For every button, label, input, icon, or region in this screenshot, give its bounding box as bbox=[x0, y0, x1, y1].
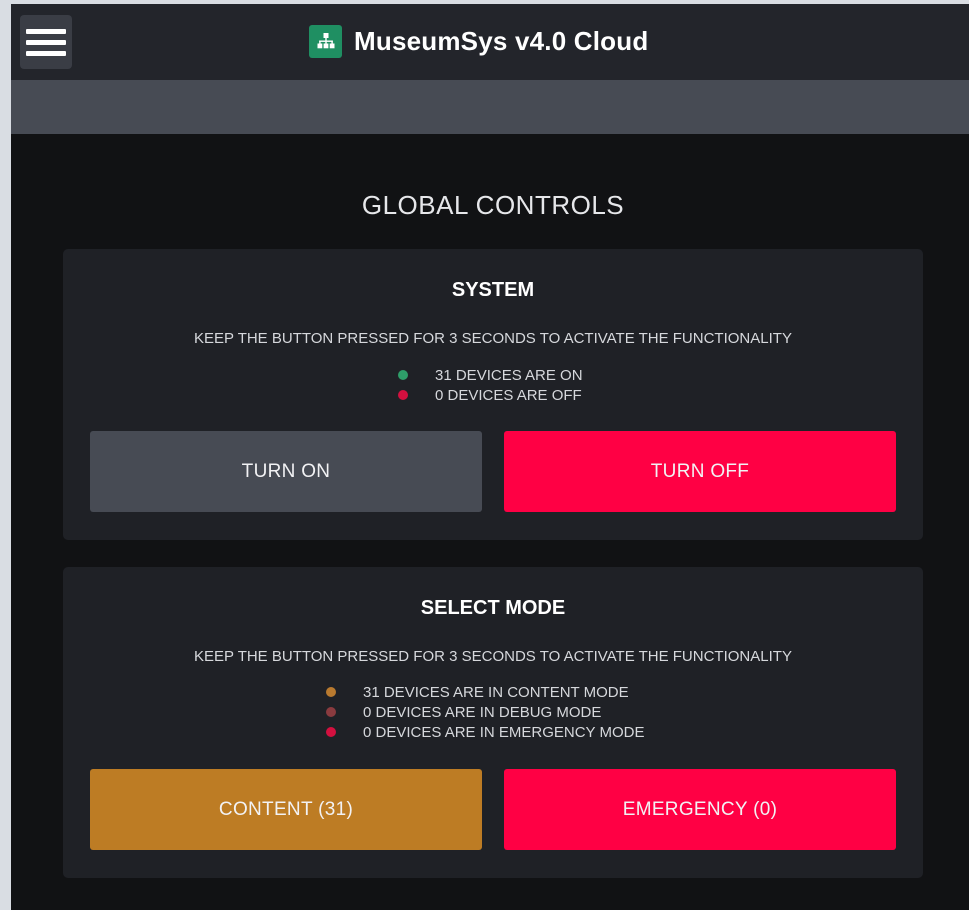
page-title: GLOBAL CONTROLS bbox=[361, 190, 625, 220]
content-mode-button[interactable]: CONTENT (31) bbox=[90, 769, 482, 850]
top-navigation-bar: MuseumSys v4.0 Cloud bbox=[11, 4, 969, 80]
status-devices-on: 31 DEVICES ARE ON bbox=[398, 365, 583, 385]
system-panel: SYSTEM KEEP THE BUTTON PRESSED FOR 3 SEC… bbox=[63, 249, 923, 540]
status-text: 0 DEVICES ARE IN DEBUG MODE bbox=[363, 703, 602, 721]
turn-on-button[interactable]: TURN ON bbox=[90, 431, 482, 512]
status-debug-mode: 0 DEVICES ARE IN DEBUG MODE bbox=[326, 702, 601, 722]
system-panel-title: SYSTEM bbox=[451, 279, 535, 301]
emergency-mode-button[interactable]: EMERGENCY (0) bbox=[504, 769, 896, 850]
status-devices-off: 0 DEVICES ARE OFF bbox=[398, 385, 582, 405]
brand: MuseumSys v4.0 Cloud bbox=[309, 23, 648, 59]
status-text: 31 DEVICES ARE ON bbox=[435, 366, 583, 384]
status-dot-emergency-icon bbox=[326, 727, 336, 737]
menu-button[interactable] bbox=[20, 15, 72, 69]
select-mode-panel: SELECT MODE KEEP THE BUTTON PRESSED FOR … bbox=[63, 567, 923, 878]
status-dot-off-icon bbox=[398, 390, 408, 400]
secondary-toolbar bbox=[11, 80, 969, 134]
select-mode-panel-title: SELECT MODE bbox=[420, 597, 566, 619]
status-content-mode: 31 DEVICES ARE IN CONTENT MODE bbox=[326, 682, 629, 702]
app-window: MuseumSys v4.0 Cloud GLOBAL CONTROLS SYS… bbox=[11, 4, 969, 910]
status-dot-debug-icon bbox=[326, 707, 336, 717]
status-dot-content-icon bbox=[326, 687, 336, 697]
status-emergency-mode: 0 DEVICES ARE IN EMERGENCY MODE bbox=[326, 722, 644, 742]
network-tree-icon bbox=[309, 24, 342, 58]
app-title: MuseumSys v4.0 Cloud bbox=[354, 25, 649, 56]
status-text: 31 DEVICES ARE IN CONTENT MODE bbox=[363, 683, 629, 701]
status-text: 0 DEVICES ARE OFF bbox=[435, 386, 582, 404]
system-instruction: KEEP THE BUTTON PRESSED FOR 3 SECONDS TO… bbox=[194, 330, 792, 347]
status-text: 0 DEVICES ARE IN EMERGENCY MODE bbox=[363, 723, 645, 741]
status-dot-on-icon bbox=[398, 370, 408, 380]
turn-off-button[interactable]: TURN OFF bbox=[504, 431, 896, 512]
select-mode-instruction: KEEP THE BUTTON PRESSED FOR 3 SECONDS TO… bbox=[194, 648, 792, 665]
